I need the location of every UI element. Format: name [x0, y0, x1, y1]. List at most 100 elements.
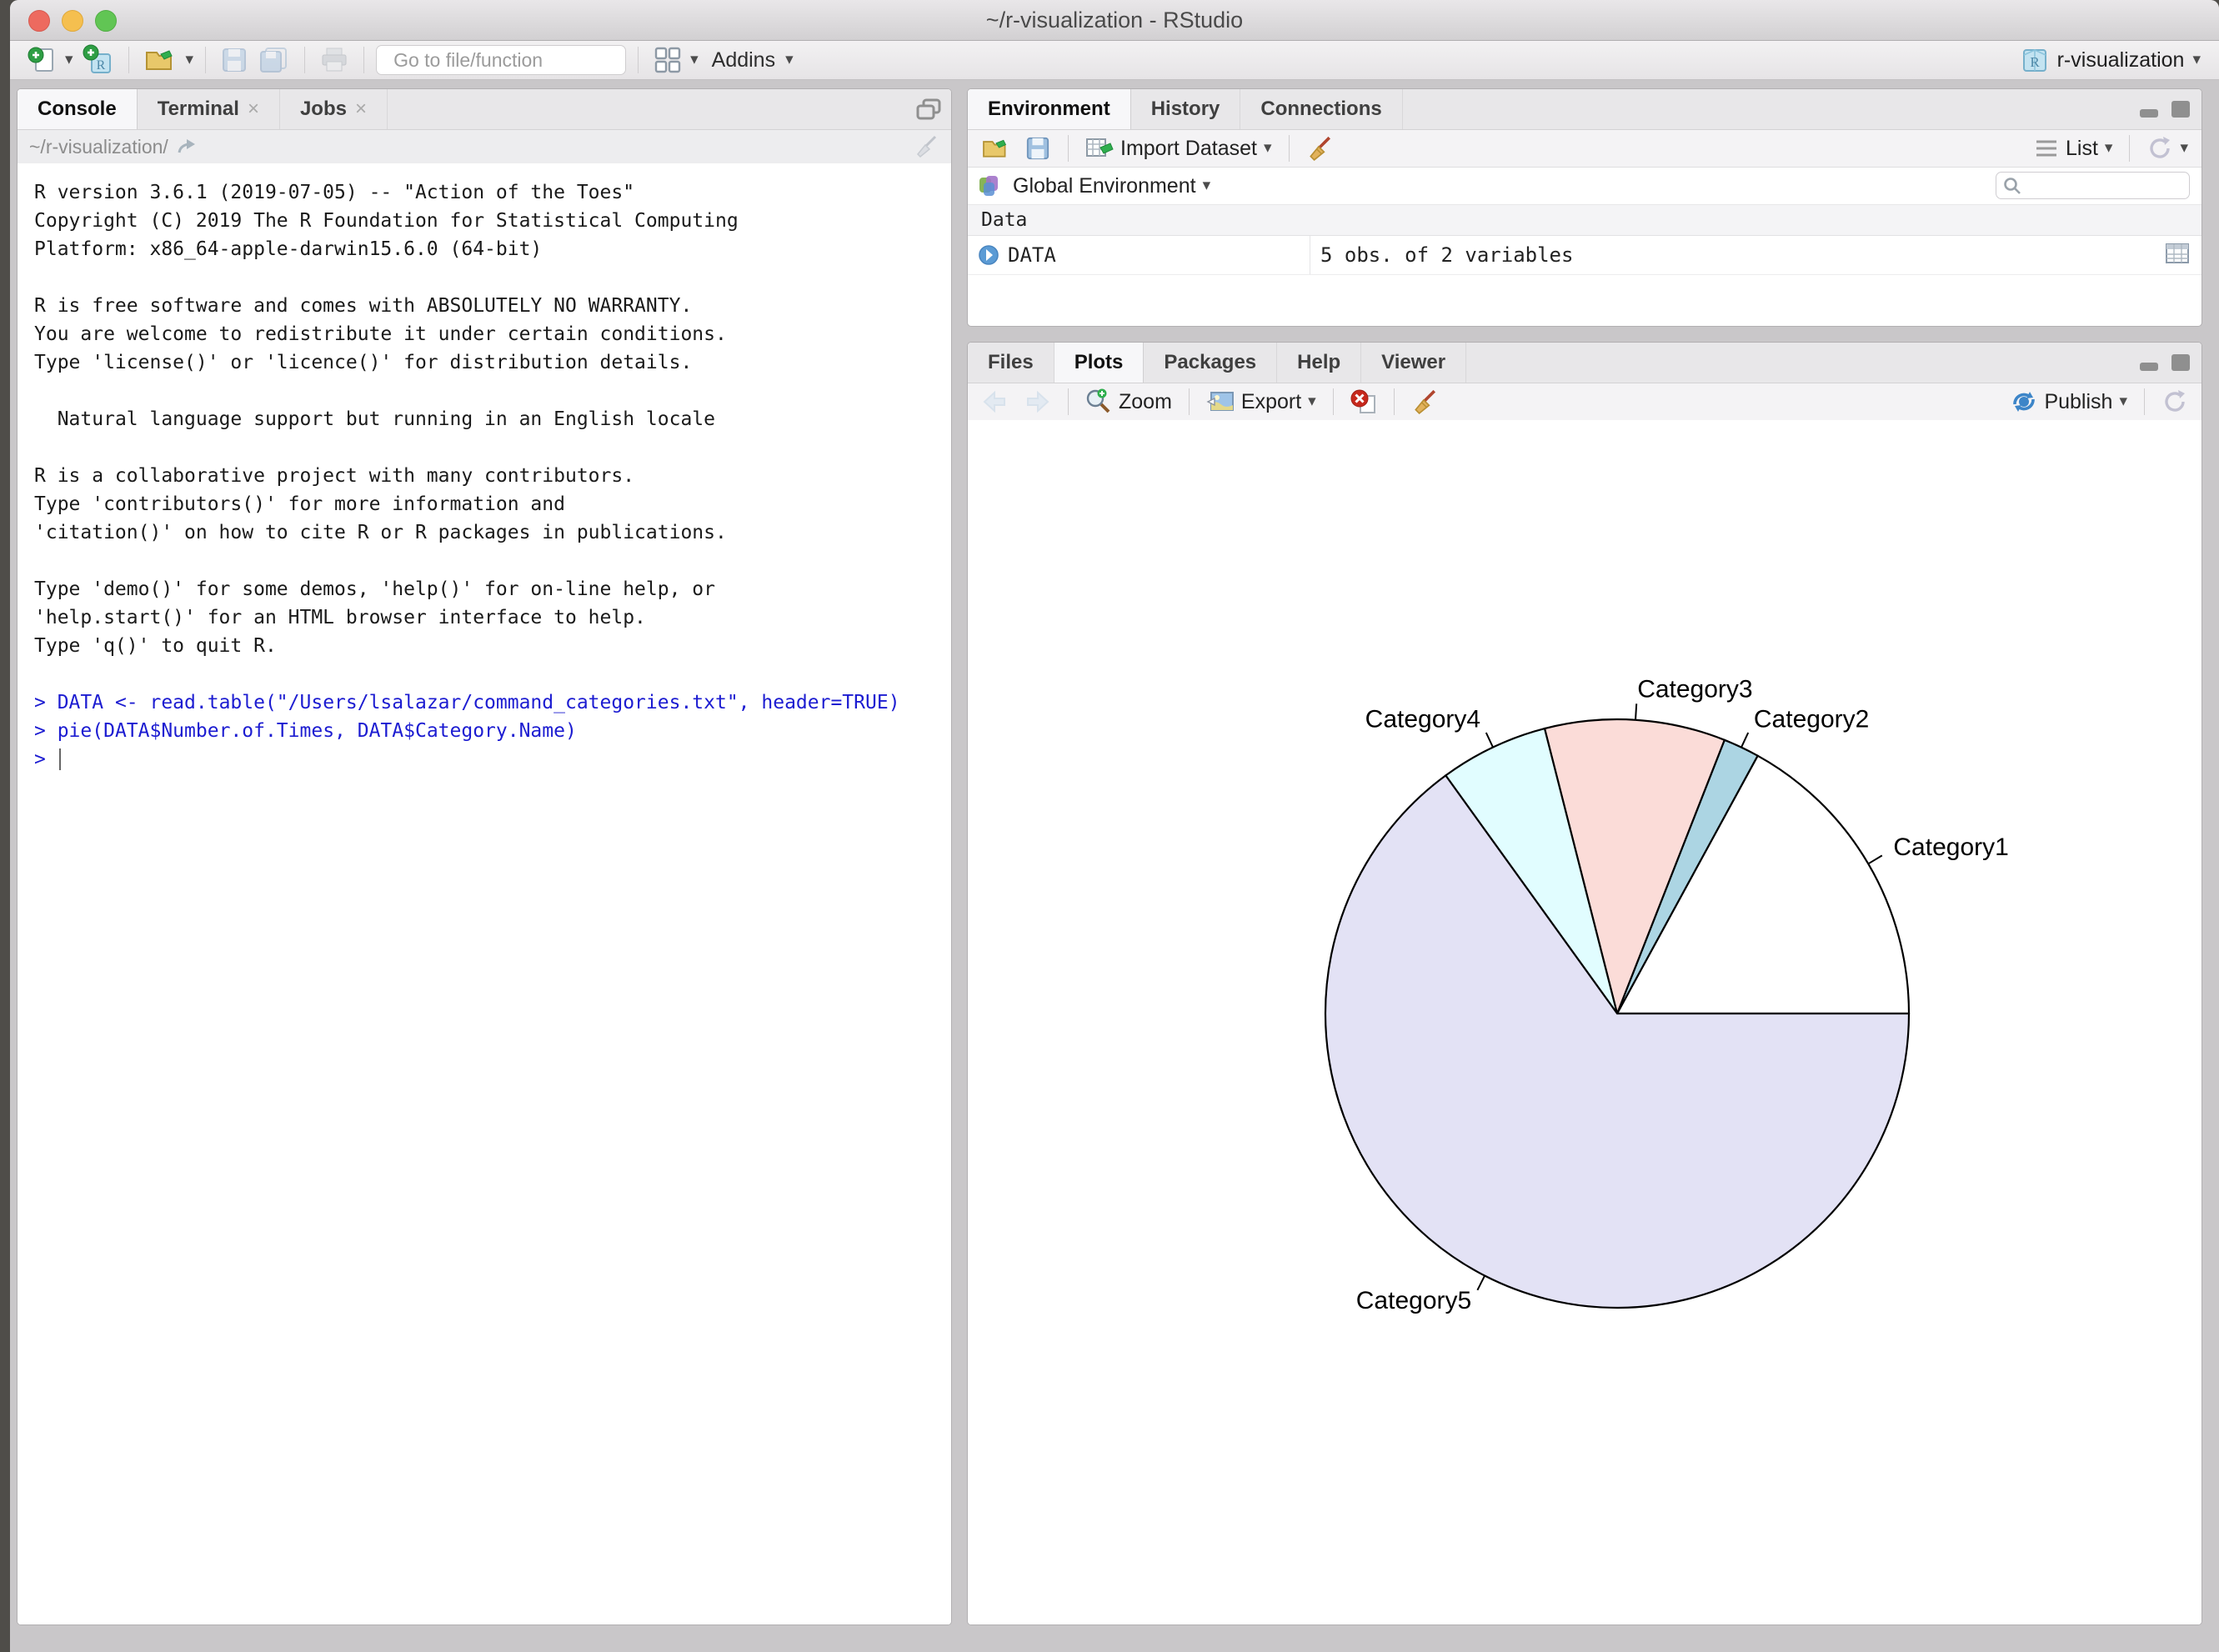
window-title: ~/r-visualization - RStudio — [10, 0, 2219, 40]
tab-label: Files — [988, 351, 1034, 374]
project-caret-icon: ▾ — [2192, 43, 2201, 77]
view-data-grid-icon[interactable] — [2165, 243, 2190, 264]
back-arrow-icon — [981, 390, 1009, 413]
maximize-pane-icon[interactable] — [2170, 352, 2191, 373]
toolbar-separator — [205, 47, 206, 73]
pie-label: Category3 — [1637, 675, 1752, 703]
tab-label: Help — [1297, 351, 1340, 374]
import-dataset-button[interactable]: Import Dataset ▾ — [1082, 132, 1275, 165]
clear-environment-button[interactable] — [1303, 132, 1336, 165]
goto-file-input[interactable] — [392, 48, 642, 73]
broom-icon — [1411, 388, 1438, 415]
save-button[interactable] — [218, 43, 251, 77]
zoom-magnifier-icon — [1085, 388, 1112, 415]
goto-file-box — [376, 45, 626, 75]
next-plot-button[interactable] — [1019, 385, 1054, 418]
pane-area: Console Terminal × Jobs × ~ — [10, 80, 2219, 1652]
tab-label: Packages — [1164, 351, 1256, 374]
console-line — [34, 377, 951, 405]
clear-all-plots-button[interactable] — [1408, 385, 1441, 418]
tab-files[interactable]: Files — [968, 343, 1054, 383]
tab-console[interactable]: Console — [18, 89, 138, 129]
svg-text:R: R — [96, 58, 105, 73]
plot-viewport[interactable]: Category1Category2Category3Category4Cate… — [968, 420, 2201, 1624]
open-recent-dropdown[interactable]: ▾ — [186, 43, 194, 77]
open-file-button[interactable] — [141, 43, 181, 77]
pie-label-tick — [1635, 703, 1636, 719]
minimize-pane-icon[interactable] — [2138, 352, 2160, 373]
publish-plot-button[interactable]: Publish ▾ — [2007, 385, 2131, 418]
new-project-icon: R — [82, 44, 113, 76]
tab-jobs[interactable]: Jobs × — [280, 89, 388, 129]
toolbar-separator — [1289, 135, 1290, 162]
clear-console-icon[interactable] — [914, 134, 939, 159]
tab-label: Connections — [1260, 98, 1381, 121]
export-plot-button[interactable]: Export ▾ — [1203, 385, 1320, 418]
tab-history[interactable]: History — [1131, 89, 1241, 129]
tab-packages[interactable]: Packages — [1144, 343, 1277, 383]
maximize-pane-icon[interactable] — [916, 98, 941, 120]
tab-close-icon[interactable]: × — [355, 98, 367, 121]
print-button[interactable] — [317, 43, 352, 77]
load-workspace-button[interactable] — [978, 132, 1014, 165]
maximize-pane-icon[interactable] — [2170, 98, 2191, 120]
import-dataset-label: Import Dataset — [1120, 137, 1257, 161]
main-toolbar: ▾ R ▾ — [10, 41, 2219, 80]
save-workspace-button[interactable] — [1021, 132, 1054, 165]
tab-label: Terminal — [158, 98, 239, 121]
tab-viewer[interactable]: Viewer — [1361, 343, 1466, 383]
console-line: Type 'contributors()' for more informati… — [34, 490, 951, 518]
zoom-plot-button[interactable]: Zoom — [1082, 385, 1175, 418]
tab-label: Viewer — [1381, 351, 1445, 374]
workspace-panes-button[interactable] — [650, 43, 685, 77]
publish-icon — [2011, 389, 2037, 414]
open-folder-icon — [981, 136, 1011, 161]
console-pane: Console Terminal × Jobs × ~ — [17, 88, 952, 1625]
plots-toolbar: Zoom Export ▾ — [968, 383, 2201, 421]
console-line: Copyright (C) 2019 The R Foundation for … — [34, 207, 951, 235]
project-selector[interactable]: R r-visualization ▾ — [2021, 43, 2201, 77]
refresh-environment-button[interactable]: ▾ — [2143, 132, 2191, 165]
forward-arrow-icon — [1023, 390, 1051, 413]
new-file-dropdown[interactable]: ▾ — [65, 43, 73, 77]
addins-label: Addins — [712, 48, 775, 73]
previous-plot-button[interactable] — [978, 385, 1013, 418]
environment-search-input[interactable] — [2026, 174, 2182, 198]
new-project-button[interactable]: R — [78, 43, 117, 77]
new-file-button[interactable] — [23, 43, 60, 77]
refresh-plot-button[interactable] — [2158, 385, 2191, 418]
environment-scope-selector[interactable]: Global Environment ▾ — [1013, 169, 1210, 203]
expand-object-icon[interactable] — [978, 244, 999, 266]
rstudio-window: ~/r-visualization - RStudio ▾ R — [10, 0, 2219, 1652]
list-view-button[interactable]: List ▾ — [2031, 132, 2116, 165]
broom-icon — [1306, 135, 1333, 162]
save-all-button[interactable] — [256, 43, 293, 77]
environment-object-row[interactable]: DATA 5 obs. of 2 variables — [968, 236, 2201, 275]
tab-connections[interactable]: Connections — [1240, 89, 1402, 129]
object-value: 5 obs. of 2 variables — [1310, 243, 2201, 267]
tab-help[interactable]: Help — [1277, 343, 1361, 383]
project-name: r-visualization — [2057, 48, 2185, 73]
toolbar-separator — [363, 47, 364, 73]
new-file-icon — [27, 45, 57, 75]
refresh-caret-icon: ▾ — [2180, 132, 2188, 165]
publish-plot-label: Publish — [2044, 390, 2112, 414]
console-output[interactable]: R version 3.6.1 (2019-07-05) -- "Action … — [18, 163, 951, 1624]
open-folder-icon — [144, 46, 178, 74]
section-header-label: Data — [981, 209, 1027, 231]
working-directory: ~/r-visualization/ — [29, 136, 168, 158]
tab-plots[interactable]: Plots — [1054, 343, 1145, 383]
tab-close-icon[interactable]: × — [248, 98, 259, 121]
panes-dropdown[interactable]: ▾ — [690, 43, 699, 77]
remove-plot-button[interactable] — [1347, 385, 1380, 418]
minimize-pane-icon[interactable] — [2138, 98, 2160, 120]
addins-button[interactable]: Addins ▾ — [704, 43, 797, 77]
console-line: Type 'demo()' for some demos, 'help()' f… — [34, 575, 951, 603]
tab-terminal[interactable]: Terminal × — [138, 89, 280, 129]
toolbar-separator — [1394, 388, 1395, 415]
goto-directory-icon[interactable] — [177, 138, 198, 156]
toolbar-separator — [1068, 135, 1069, 162]
list-icon — [2034, 138, 2059, 158]
console-path-bar: ~/r-visualization/ — [18, 130, 951, 164]
tab-environment[interactable]: Environment — [968, 89, 1131, 129]
